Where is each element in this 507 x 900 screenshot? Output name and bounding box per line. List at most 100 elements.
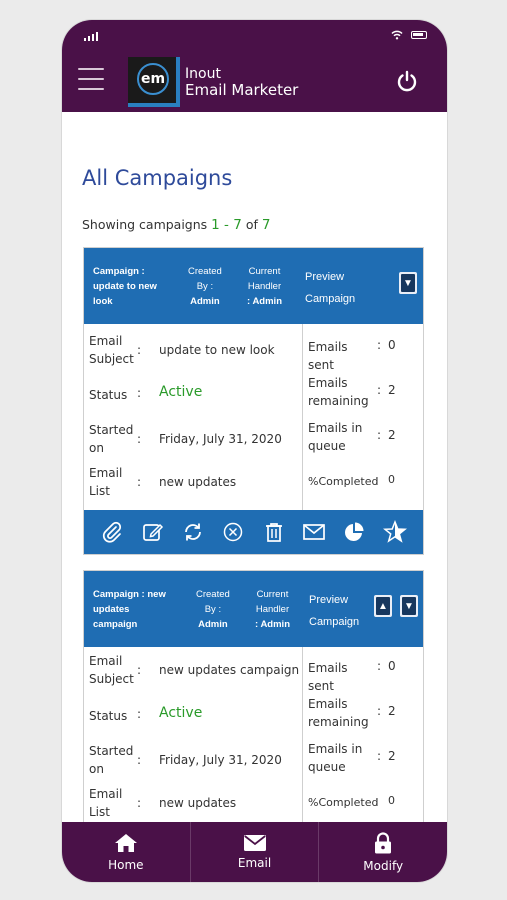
created-by-value: Admin [190, 296, 220, 307]
paperclip-icon[interactable] [100, 520, 124, 544]
trash-icon[interactable] [262, 520, 286, 544]
nav-email[interactable]: Email [191, 822, 320, 882]
showing-prefix: Showing campaigns [82, 217, 208, 232]
started-on-value: Friday, July 31, 2020 [159, 753, 282, 767]
campaign-name: Campaign : new updates campaign [93, 587, 175, 632]
range-separator: - [219, 217, 234, 233]
page-title: All Campaigns [82, 166, 233, 190]
campaign-card-body: Email Subject : new updates campaign Stat… [84, 647, 423, 822]
on-label: on [89, 762, 104, 776]
campaign-label: Campaign [309, 616, 360, 628]
range-end: 7 [233, 217, 242, 233]
refresh-icon[interactable] [181, 520, 205, 544]
by-label: By : [196, 281, 214, 292]
menu-icon[interactable] [78, 68, 104, 90]
started-label: Started [89, 744, 134, 758]
move-down-button[interactable]: ▼ [400, 595, 418, 617]
completed-value: 0 [388, 794, 395, 807]
pie-chart-icon[interactable] [342, 520, 366, 544]
move-up-button[interactable]: ▲ [374, 595, 392, 617]
completed-label: %Completed [308, 796, 379, 809]
campaign-card: Campaign : new updates campaign Created … [83, 570, 424, 822]
emails-sent-label: Emails sent [308, 661, 348, 693]
created-label: Created [196, 589, 230, 600]
envelope-icon [243, 834, 266, 851]
current-handler: Current Handler : Admin [247, 264, 282, 309]
brand-name: Inout Email Marketer [185, 66, 298, 98]
started-on-value: Friday, July 31, 2020 [159, 432, 282, 446]
campaign-name-line: look [93, 296, 113, 307]
subject-label: Subject [89, 672, 134, 686]
list-label: List [89, 805, 110, 819]
email-list-value: new updates [159, 796, 237, 810]
email-label: Email [89, 654, 123, 668]
wifi-icon [391, 30, 403, 40]
campaign-name-line: campaign [93, 619, 138, 630]
by-label: By : [204, 604, 222, 615]
emails-in-queue-value: 2 [388, 749, 396, 763]
brand-line-1: Inout [185, 66, 221, 82]
handler-label: Handler [247, 281, 282, 292]
preview-label: Preview [309, 594, 349, 606]
cancel-icon[interactable] [221, 520, 245, 544]
created-by: Created By : Admin [196, 587, 230, 632]
handler-value: : Admin [247, 296, 283, 307]
created-by-value: Admin [198, 619, 228, 630]
power-icon[interactable] [395, 69, 419, 93]
completed-value: 0 [388, 473, 395, 486]
campaign-card-header: Campaign : new updates campaign Created … [84, 571, 423, 647]
chevron-up-icon: ▲ [378, 600, 388, 612]
nav-home-label: Home [108, 857, 144, 872]
status-bar [62, 20, 447, 50]
email-label: Email [89, 787, 123, 801]
created-by: Created By : Admin [188, 264, 222, 309]
email-label: Email [89, 334, 123, 348]
emails-sent-label: Emails sent [308, 340, 348, 372]
envelope-icon[interactable] [302, 520, 326, 544]
move-down-button[interactable]: ▼ [399, 272, 417, 294]
emails-in-label: Emails in [308, 742, 363, 756]
preview-campaign-link[interactable]: Preview Campaign [305, 266, 355, 310]
remaining-label: remaining [308, 394, 369, 408]
campaign-name-line: Campaign : new [93, 589, 166, 600]
nav-modify[interactable]: Modify [319, 822, 447, 882]
emails-remaining-value: 2 [388, 704, 396, 718]
created-label: Created [188, 266, 222, 277]
campaign-name-line: Campaign : [93, 266, 145, 277]
queue-label: queue [308, 760, 346, 774]
started-label: Started [89, 423, 134, 437]
star-icon[interactable] [382, 520, 407, 544]
bottom-navigation: Home Email Modify [62, 822, 447, 882]
phone-frame: em Inout Email Marketer All Campaigns Sh… [62, 20, 447, 882]
total-count: 7 [261, 217, 271, 233]
logo-text: em [137, 63, 169, 95]
status-value: Active [159, 384, 203, 400]
campaign-card-header: Campaign : update to new look Created By… [84, 248, 423, 324]
lock-icon [375, 831, 392, 853]
of-text: of [245, 217, 258, 232]
battery-icon [411, 31, 427, 39]
campaign-name-line: update to new [93, 281, 157, 292]
emails-remaining-value: 2 [388, 383, 396, 397]
nav-home[interactable]: Home [62, 822, 191, 882]
completed-label: %Completed [308, 475, 379, 488]
email-label: Email [89, 466, 123, 480]
current-handler: Current Handler : Admin [255, 587, 290, 632]
preview-label: Preview [305, 271, 345, 283]
status-label: Status [89, 388, 128, 402]
campaign-card: Campaign : update to new look Created By… [83, 247, 424, 555]
emails-in-label: Emails in [308, 421, 363, 435]
campaign-label: Campaign [305, 293, 356, 305]
home-icon [114, 833, 137, 852]
campaign-name-line: updates [93, 604, 130, 615]
preview-campaign-link[interactable]: Preview Campaign [309, 589, 359, 633]
remaining-label: remaining [308, 715, 369, 729]
edit-icon[interactable] [141, 520, 165, 544]
app-logo: em [128, 57, 180, 107]
on-label: on [89, 441, 104, 455]
brand-line-2: Email Marketer [185, 81, 299, 99]
emails-in-queue-value: 2 [388, 428, 396, 442]
emails-label: Emails [308, 697, 348, 711]
chevron-down-icon: ▼ [404, 600, 414, 612]
campaign-name: Campaign : update to new look [93, 264, 175, 309]
